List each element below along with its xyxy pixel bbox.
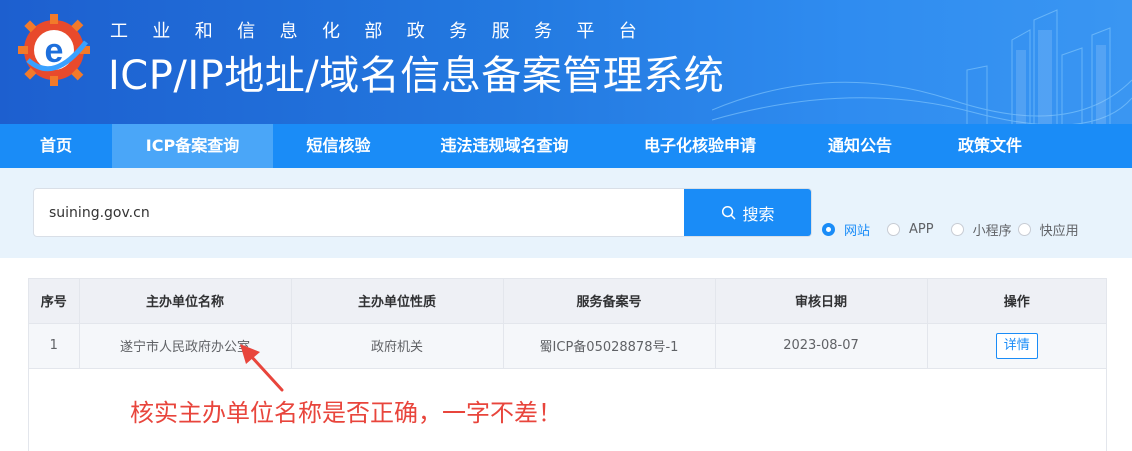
radio-label: 网站 <box>844 224 871 239</box>
main-nav: 首页 ICP备案查询 短信核验 违法违规域名查询 电子化核验申请 通知公告 政策… <box>0 124 1132 168</box>
details-button[interactable]: 详情 <box>995 332 1038 359</box>
search-icon <box>722 205 736 220</box>
cell-entity-nature: 政府机关 <box>291 323 504 369</box>
column-header-licence-number: 服务备案号 <box>503 279 716 324</box>
nav-item-policy-docs[interactable]: 政策文件 <box>925 124 1055 168</box>
nav-item-sms-verify[interactable]: 短信核验 <box>273 124 404 168</box>
radio-label: APP <box>909 222 934 237</box>
table-row: 1 遂宁市人民政府办公室 政府机关 蜀ICP备05028878号-1 2023-… <box>29 323 1106 369</box>
nav-item-icp-query[interactable]: ICP备案查询 <box>112 124 273 168</box>
cell-review-date: 2023-08-07 <box>715 323 928 369</box>
cell-action: 详情 <box>927 323 1106 369</box>
radio-website[interactable]: 网站 <box>822 220 870 239</box>
nav-item-illegal-domain-query[interactable]: 违法违规域名查询 <box>404 124 605 168</box>
nav-item-electronic-verify[interactable]: 电子化核验申请 <box>605 124 795 168</box>
results-table: 序号 主办单位名称 主办单位性质 服务备案号 审核日期 操作 1 遂宁市人民政府… <box>29 279 1106 369</box>
radio-mini-program[interactable]: 小程序 <box>950 220 1012 239</box>
table-header-row: 序号 主办单位名称 主办单位性质 服务备案号 审核日期 操作 <box>29 279 1106 324</box>
radio-app[interactable]: APP <box>887 222 934 237</box>
nav-item-home[interactable]: 首页 <box>0 124 112 168</box>
page-title: ICP/IP地址/域名信息备案管理系统 <box>108 53 725 99</box>
annotation-arrow-icon <box>240 344 284 392</box>
radio-label: 快应用 <box>1039 224 1079 239</box>
column-header-index: 序号 <box>29 279 80 324</box>
column-header-entity-nature: 主办单位性质 <box>291 279 504 324</box>
radio-unchecked-icon <box>950 223 964 236</box>
radio-quick-app[interactable]: 快应用 <box>1017 220 1079 239</box>
banner-subtitle: 工业和信息化部政务服务平台 <box>110 21 662 42</box>
cell-licence-number: 蜀ICP备05028878号-1 <box>503 323 716 369</box>
search-input[interactable] <box>34 189 684 236</box>
search-button-label: 搜索 <box>742 204 775 224</box>
column-header-entity-name: 主办单位名称 <box>79 279 292 324</box>
nav-item-notices[interactable]: 通知公告 <box>795 124 925 168</box>
search-area: 搜索 网站 APP 小程序 快应用 <box>0 168 1132 258</box>
annotation-note: 核实主办单位名称是否正确，一字不差！ <box>130 399 562 427</box>
column-header-review-date: 审核日期 <box>715 279 928 324</box>
radio-checked-icon <box>822 223 835 236</box>
search-button[interactable]: 搜索 <box>684 189 811 236</box>
search-box: 搜索 <box>33 188 812 237</box>
radio-label: 小程序 <box>972 224 1012 239</box>
header-banner: e 工业和信息化部政务服务平台 ICP/IP地址/域名信息备案管理系统 <box>0 0 1132 124</box>
city-skyline-decoration <box>712 9 1132 124</box>
column-header-action: 操作 <box>927 279 1106 324</box>
ministry-logo-icon: e <box>18 14 90 86</box>
search-type-radio-group: 网站 APP 小程序 快应用 <box>822 220 1096 239</box>
radio-unchecked-icon <box>887 223 901 236</box>
radio-unchecked-icon <box>1017 223 1031 236</box>
cell-index: 1 <box>29 323 80 369</box>
